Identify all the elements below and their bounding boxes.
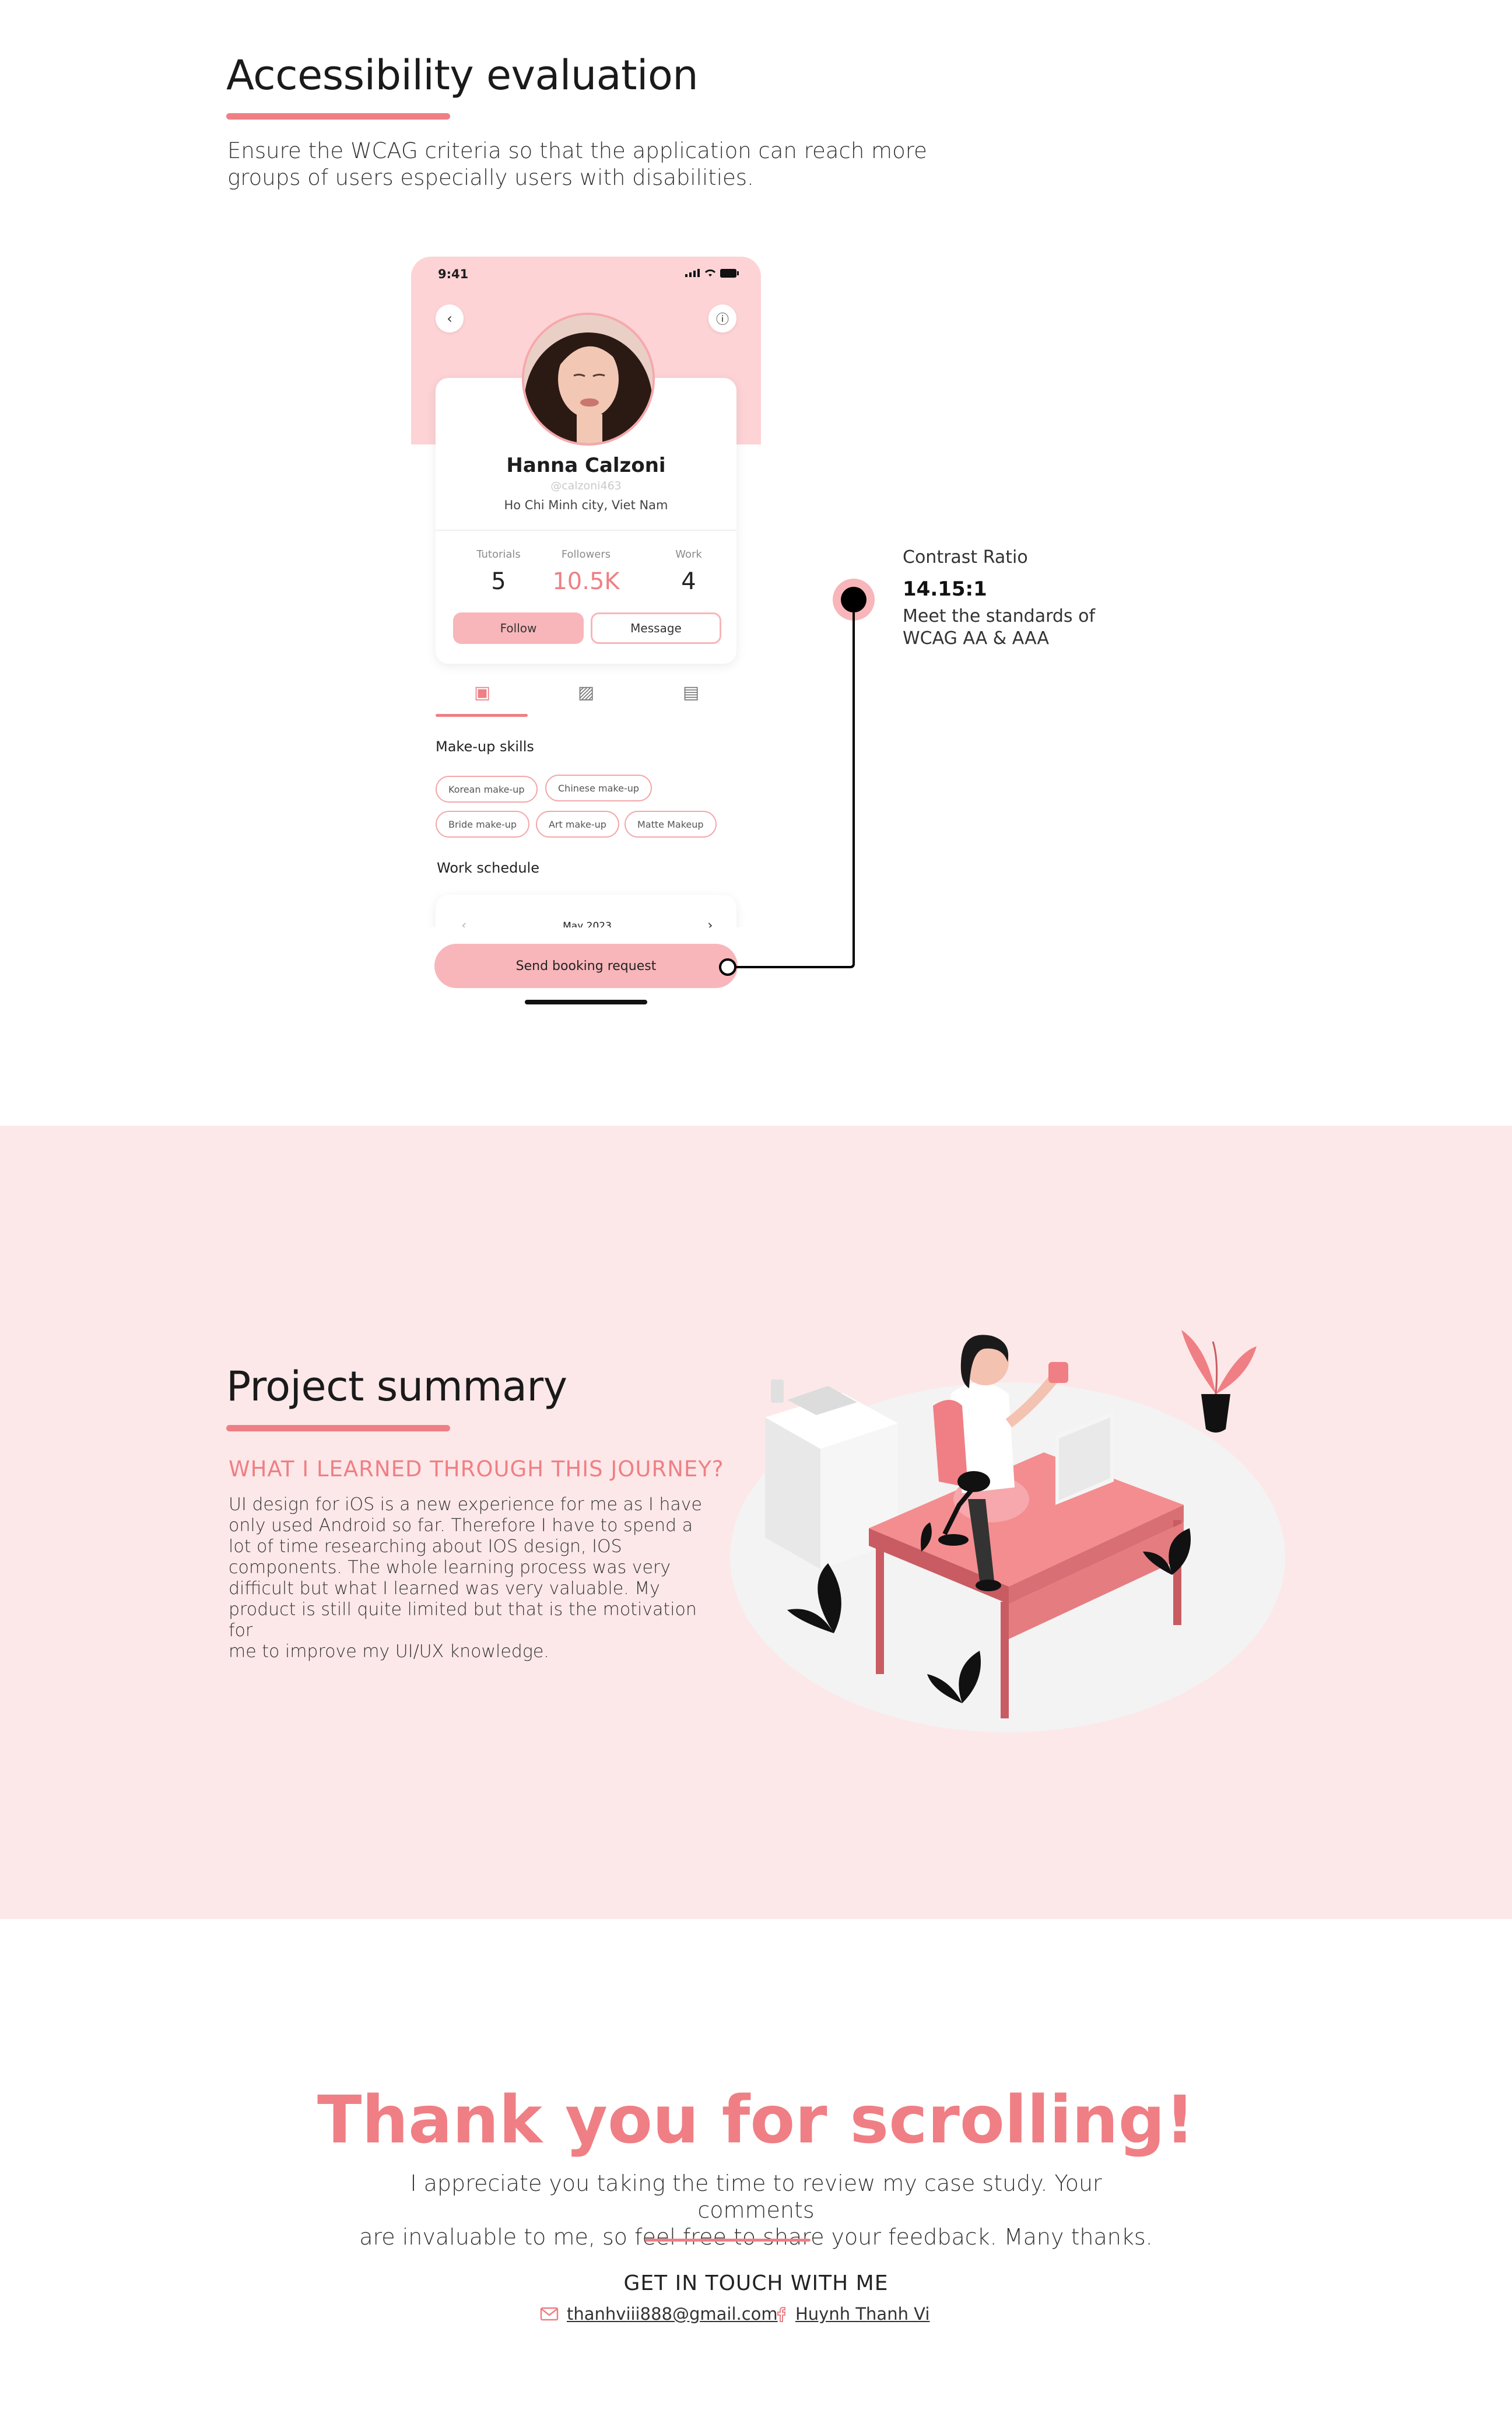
tab-video-icon[interactable]: ▤ — [673, 682, 708, 703]
stat-label-followers: Followers — [561, 548, 611, 561]
profile-location: Ho Chi Minh city, Viet Nam — [504, 498, 668, 512]
email-link[interactable]: thanhviii888@gmail.com — [567, 2304, 778, 2324]
stat-value-followers: 10.5K — [552, 568, 620, 595]
email-link-group[interactable]: thanhviii888@gmail.com — [540, 2304, 778, 2324]
profile-handle: @calzoni463 — [550, 479, 622, 492]
info-icon: ⓘ — [715, 313, 729, 327]
profile-name: Hanna Calzoni — [506, 454, 666, 477]
workspace-illustration — [730, 1330, 1285, 1732]
facebook-link-group[interactable]: Huynh Thanh Vi — [776, 2304, 929, 2324]
schedule-title: Work schedule — [437, 860, 539, 876]
phone-mockup: 9:41 ‹ ⓘ Hanna Calzoni @calzoni463 Ho Ch… — [411, 257, 761, 1038]
skill-chip[interactable]: Bride make-up — [436, 811, 530, 838]
stat-label-work: Work — [675, 548, 702, 561]
follow-button[interactable]: Follow — [453, 612, 584, 644]
home-indicator — [525, 1000, 647, 1004]
title-underline — [226, 1425, 450, 1431]
signal-icon — [685, 269, 700, 277]
active-tab-indicator — [436, 714, 528, 717]
facebook-icon — [777, 2307, 785, 2322]
thanks-divider — [645, 2239, 811, 2242]
skills-title: Make-up skills — [436, 738, 534, 755]
title-underline — [226, 113, 450, 120]
info-button[interactable]: ⓘ — [708, 304, 736, 332]
contrast-ratio-label: Contrast Ratio — [903, 547, 1028, 568]
section-title-accessibility: Accessibility evaluation — [226, 51, 699, 99]
contact-heading: GET IN TOUCH WITH ME — [623, 2271, 889, 2295]
section-title-summary: Project summary — [226, 1363, 567, 1410]
tab-profile-icon[interactable]: ▣ — [465, 682, 500, 703]
wifi-icon — [704, 269, 716, 276]
battery-icon — [720, 268, 739, 278]
contrast-ratio-value: 14.15:1 — [903, 577, 987, 601]
tab-gallery-icon[interactable]: ▨ — [569, 682, 604, 703]
avatar — [522, 313, 655, 446]
skill-chip[interactable]: Matte Makeup — [625, 811, 717, 838]
stat-label-tutorials: Tutorials — [476, 548, 521, 561]
skill-chip[interactable]: Chinese make-up — [545, 775, 652, 801]
thank-you-heading: Thank you for scrolling! — [317, 2082, 1195, 2158]
facebook-link[interactable]: Huynh Thanh Vi — [795, 2304, 929, 2324]
contrast-callout-connector — [719, 579, 875, 976]
summary-subheading: WHAT I LEARNED THROUGH THIS JOURNEY? — [229, 1456, 724, 1482]
status-icons — [685, 268, 739, 278]
card-divider — [436, 530, 736, 531]
status-time: 9:41 — [438, 267, 469, 281]
accessibility-description: Ensure the WCAG criteria so that the app… — [227, 138, 927, 190]
skill-chip[interactable]: Korean make-up — [436, 776, 538, 803]
contrast-ratio-description: Meet the standards of WCAG AA & AAA — [903, 606, 1096, 649]
mail-icon — [540, 2307, 559, 2321]
message-button[interactable]: Message — [591, 612, 721, 644]
skill-chip[interactable]: Art make-up — [536, 811, 619, 838]
send-booking-button[interactable]: Send booking request — [434, 944, 738, 988]
summary-body: UI design for iOS is a new experience fo… — [229, 1494, 702, 1662]
chevron-left-icon: ‹ — [447, 310, 452, 327]
stat-value-tutorials: 5 — [491, 568, 506, 595]
back-button[interactable]: ‹ — [436, 304, 464, 332]
